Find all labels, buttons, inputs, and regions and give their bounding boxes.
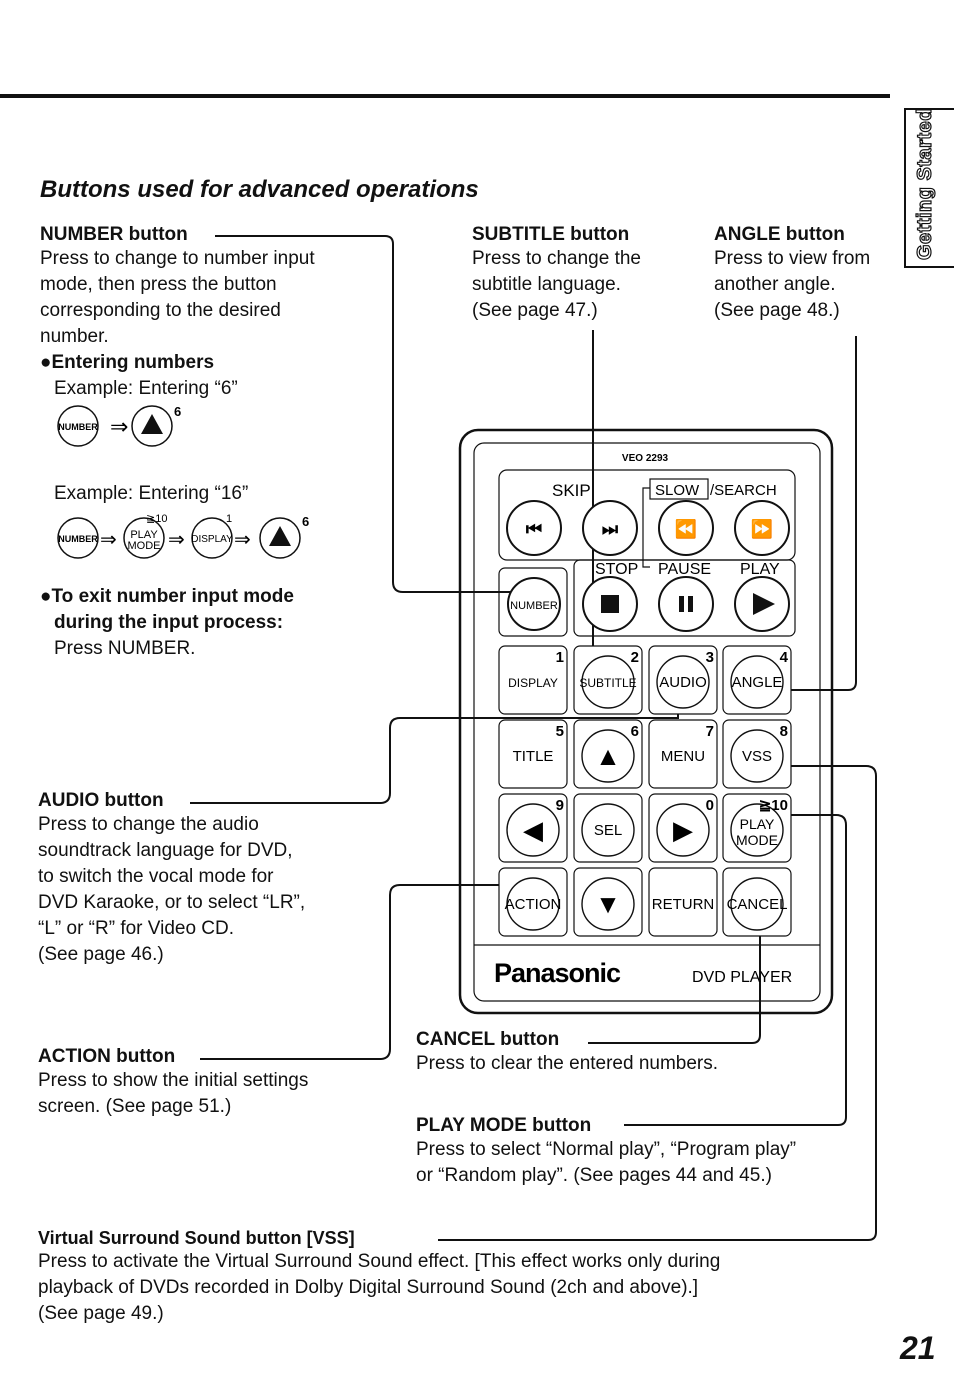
pause-button[interactable] xyxy=(658,576,714,632)
rewind-button[interactable]: ⏪ xyxy=(658,500,714,556)
skip-back-icon: ⏮ xyxy=(526,519,542,539)
left-key[interactable]: ◀9 xyxy=(498,793,568,863)
model-number: VEO 2293 xyxy=(622,453,669,464)
menu-key[interactable]: MENU7 xyxy=(648,719,718,789)
key-number: 5 xyxy=(556,723,564,740)
stop-icon xyxy=(601,595,619,613)
title-key[interactable]: TITLE5 xyxy=(498,719,568,789)
audio-key[interactable]: AUDIO 3 xyxy=(648,645,718,715)
right-arrow-icon: ▶ xyxy=(673,815,693,845)
down-key[interactable]: ▼ xyxy=(573,867,643,937)
up-key[interactable]: ▲6 xyxy=(573,719,643,789)
subtitle-key[interactable]: SUBTITLE 2 xyxy=(573,645,643,715)
slow-label: SLOW xyxy=(655,482,700,499)
play-label: PLAY xyxy=(740,561,780,578)
play-button[interactable] xyxy=(734,576,790,632)
up-arrow-icon: ▲ xyxy=(595,741,621,771)
fast-forward-icon: ⏩ xyxy=(751,518,773,539)
display-key[interactable]: DISPLAY 1 xyxy=(498,645,568,715)
rewind-icon: ⏪ xyxy=(675,518,697,539)
key-label: CANCEL xyxy=(727,896,788,913)
left-arrow-icon: ◀ xyxy=(523,815,543,845)
skip-forward-button[interactable]: ⏭ xyxy=(582,500,638,556)
key-number: 2 xyxy=(631,649,639,666)
key-label: VSS xyxy=(742,748,772,765)
key-label: SEL xyxy=(594,822,622,839)
stop-button[interactable] xyxy=(582,576,638,632)
product-name: DVD PLAYER xyxy=(692,969,792,986)
key-number: 6 xyxy=(631,723,639,740)
key-label: ACTION xyxy=(505,896,562,913)
cancel-key[interactable]: CANCEL xyxy=(722,867,792,937)
number-leader-line xyxy=(215,235,530,593)
key-label: DISPLAY xyxy=(508,676,558,690)
key-label: TITLE xyxy=(513,748,554,765)
skip-label: SKIP xyxy=(552,481,591,500)
skip-back-button[interactable]: ⏮ xyxy=(506,500,562,556)
key-label: RETURN xyxy=(652,896,715,913)
key-label: MENU xyxy=(661,748,705,765)
key-label: ANGLE xyxy=(732,674,783,691)
action-key[interactable]: ACTION xyxy=(498,867,568,937)
key-number: 0 xyxy=(706,797,714,814)
key-number: 7 xyxy=(706,723,714,740)
brand-logo: Panasonic xyxy=(494,958,621,988)
pause-icon xyxy=(679,596,684,612)
key-number: 9 xyxy=(556,797,564,814)
key-number: 4 xyxy=(780,649,789,666)
keypad: DISPLAY1SUBTITLE2AUDIO3ANGLE4TITLE5▲6MEN… xyxy=(498,645,792,937)
key-label: SUBTITLE xyxy=(579,676,636,690)
search-label: /SEARCH xyxy=(710,482,777,499)
stop-label: STOP xyxy=(595,561,638,578)
key-number: 3 xyxy=(706,649,714,666)
action-leader-line xyxy=(200,884,530,1060)
right-key[interactable]: ▶0 xyxy=(648,793,718,863)
key-label: AUDIO xyxy=(659,674,707,691)
pause-label: PAUSE xyxy=(658,561,711,578)
vss-key[interactable]: VSS 8 xyxy=(722,719,792,789)
key-number: 1 xyxy=(556,649,564,666)
return-key[interactable]: RETURN xyxy=(648,867,718,937)
remote-diagram: VEO 2293 SKIP SLOW /SEARCH ⏮ ⏭ ⏪ ⏩ STOP … xyxy=(190,235,877,1241)
key-number: ≧10 xyxy=(759,797,788,814)
key-number: 8 xyxy=(780,723,788,740)
sel-key[interactable]: SEL xyxy=(573,793,643,863)
number-button[interactable]: NUMBER xyxy=(507,577,561,631)
number-button-label: NUMBER xyxy=(510,600,558,612)
fast-forward-button[interactable]: ⏩ xyxy=(734,500,790,556)
key-label: PLAY xyxy=(740,816,775,832)
skip-forward-icon: ⏭ xyxy=(602,519,619,539)
angle-key[interactable]: ANGLE 4 xyxy=(722,645,792,715)
down-arrow-icon: ▼ xyxy=(595,889,621,919)
key-label: MODE xyxy=(736,832,778,848)
play-mode-key[interactable]: PLAYMODE ≧10 xyxy=(722,793,792,863)
